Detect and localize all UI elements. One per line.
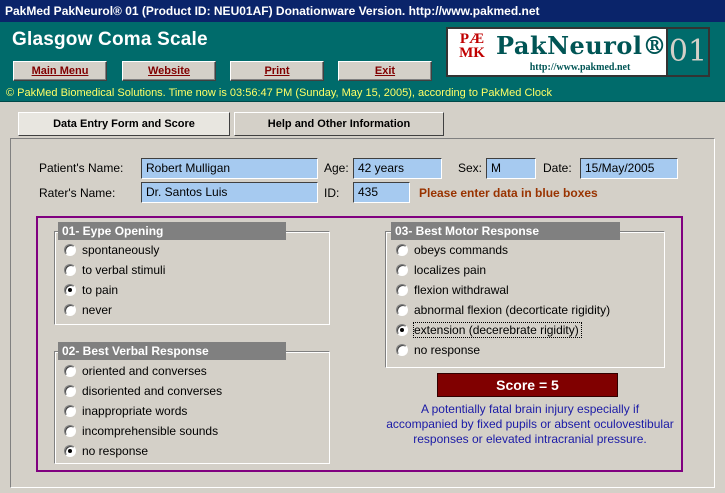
sex-field[interactable]: M: [486, 158, 536, 179]
motor-option[interactable]: obeys commands: [396, 241, 508, 259]
radio-button-icon[interactable]: [64, 425, 76, 437]
interpretation-note: A potentially fatal brain injury especia…: [386, 402, 674, 446]
option-label: spontaneously: [82, 243, 160, 257]
radio-button-icon[interactable]: [396, 264, 408, 276]
tab-help[interactable]: Help and Other Information: [234, 112, 444, 136]
radio-button-icon[interactable]: [64, 385, 76, 397]
logo-url: http://www.pakmed.net: [529, 62, 631, 73]
id-field[interactable]: 435: [353, 182, 410, 203]
score-display: Score = 5: [437, 373, 618, 397]
radio-button-icon[interactable]: [396, 344, 408, 356]
verbal-option[interactable]: incomprehensible sounds: [64, 422, 218, 440]
verbal-option[interactable]: inappropriate words: [64, 402, 187, 420]
radio-button-icon[interactable]: [64, 244, 76, 256]
option-label: abnormal flexion (decorticate rigidity): [414, 303, 611, 317]
app-title: Glasgow Coma Scale: [12, 29, 208, 50]
tab-data-entry[interactable]: Data Entry Form and Score: [18, 112, 230, 136]
pakneurol-logo: PÆ MK PakNeurol® http://www.pakmed.net 0…: [446, 27, 710, 77]
radio-button-icon[interactable]: [64, 445, 76, 457]
patient-name-label: Patient's Name:: [39, 161, 124, 175]
motor-option[interactable]: localizes pain: [396, 261, 486, 279]
motor-option[interactable]: flexion withdrawal: [396, 281, 509, 299]
logo-number: 01: [666, 29, 708, 75]
verbal-response-heading: 02- Best Verbal Response: [58, 342, 286, 360]
option-label: flexion withdrawal: [414, 283, 509, 297]
date-field[interactable]: 15/May/2005: [580, 158, 678, 179]
radio-button-icon[interactable]: [64, 284, 76, 296]
print-button[interactable]: Print: [230, 61, 324, 81]
option-label: oriented and converses: [82, 364, 207, 378]
eye-opening-heading: 01- Eype Opening: [58, 222, 286, 240]
date-label: Date:: [543, 161, 572, 175]
radio-button-icon[interactable]: [396, 324, 408, 336]
main-menu-button[interactable]: Main Menu: [13, 61, 107, 81]
option-label: no response: [414, 343, 481, 357]
patient-name-field[interactable]: Robert Mulligan: [141, 158, 318, 179]
data-entry-hint: Please enter data in blue boxes: [419, 186, 598, 200]
radio-button-icon[interactable]: [396, 304, 408, 316]
motor-option[interactable]: abnormal flexion (decorticate rigidity): [396, 301, 610, 319]
option-label: no response: [82, 444, 149, 458]
option-label: incomprehensible sounds: [82, 424, 219, 438]
id-label: ID:: [324, 186, 340, 200]
sex-label: Sex:: [458, 161, 483, 175]
verbal-option[interactable]: no response: [64, 442, 148, 460]
window-title: PakMed PakNeurol® 01 (Product ID: NEU01A…: [0, 0, 725, 22]
verbal-option[interactable]: disoriented and converses: [64, 382, 222, 400]
radio-button-icon[interactable]: [64, 365, 76, 377]
age-label: Age:: [324, 161, 349, 175]
rater-name-label: Rater's Name:: [39, 186, 116, 200]
eye-option[interactable]: to verbal stimuli: [64, 261, 165, 279]
motor-option[interactable]: extension (decerebrate rigidity): [396, 321, 582, 339]
option-label: disoriented and converses: [82, 384, 223, 398]
website-button[interactable]: Website: [122, 61, 216, 81]
age-field[interactable]: 42 years: [353, 158, 442, 179]
option-label: obeys commands: [414, 243, 509, 257]
option-label: to verbal stimuli: [82, 263, 166, 277]
option-label: localizes pain: [414, 263, 487, 277]
radio-button-icon[interactable]: [396, 284, 408, 296]
rater-name-field[interactable]: Dr. Santos Luis: [141, 182, 318, 203]
status-line: © PakMed Biomedical Solutions. Time now …: [6, 87, 552, 99]
pakmed-mark-icon: PÆ MK: [459, 31, 485, 61]
motor-response-heading: 03- Best Motor Response: [391, 222, 620, 240]
option-label: inappropriate words: [82, 404, 188, 418]
radio-button-icon[interactable]: [64, 405, 76, 417]
eye-option[interactable]: to pain: [64, 281, 118, 299]
eye-option[interactable]: never: [64, 301, 112, 319]
option-label: never: [82, 303, 113, 317]
motor-option[interactable]: no response: [396, 341, 480, 359]
radio-button-icon[interactable]: [396, 244, 408, 256]
logo-product-name: PakNeurol®: [496, 31, 668, 60]
radio-button-icon[interactable]: [64, 264, 76, 276]
radio-button-icon[interactable]: [64, 304, 76, 316]
option-label: extension (decerebrate rigidity): [413, 322, 582, 338]
verbal-option[interactable]: oriented and converses: [64, 362, 207, 380]
exit-button[interactable]: Exit: [338, 61, 432, 81]
option-label: to pain: [82, 283, 119, 297]
eye-option[interactable]: spontaneously: [64, 241, 159, 259]
